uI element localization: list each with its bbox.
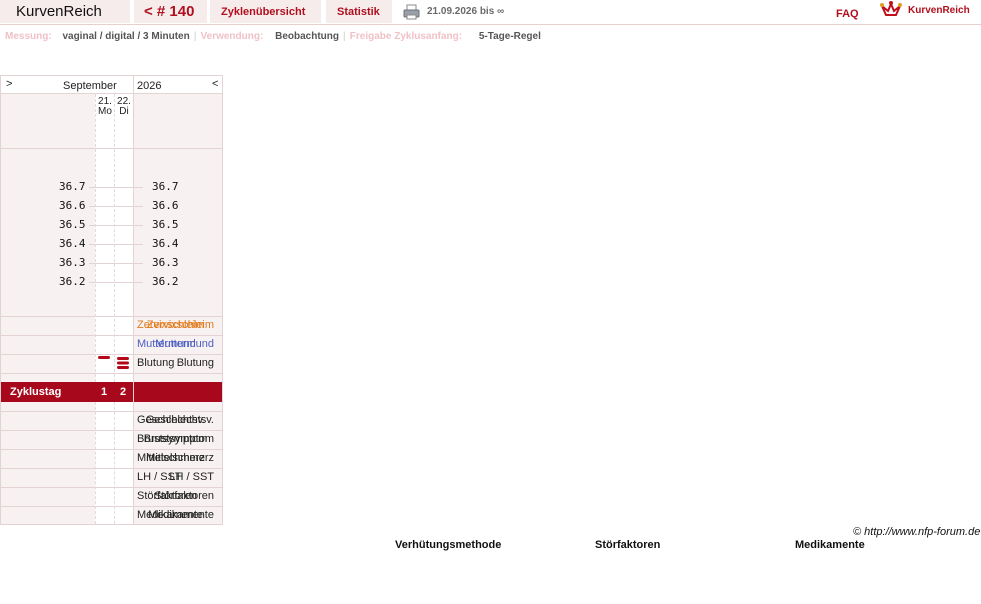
chart-year: 2026 bbox=[137, 80, 162, 92]
temperature-label: 36.4 bbox=[152, 237, 179, 250]
bleeding-mark-light[interactable] bbox=[97, 354, 111, 372]
cycle-chart: > September 2026 < 21. Mo 22. Di 36.7 36.… bbox=[0, 75, 223, 525]
copyright-link[interactable]: © http://www.nfp-forum.de bbox=[853, 526, 980, 538]
row-label-cervix: Zervixschleim bbox=[137, 319, 205, 331]
temperature-gridline bbox=[89, 225, 143, 226]
release-value: 5-Tage-Regel bbox=[478, 31, 541, 42]
chart-month: September bbox=[63, 80, 117, 92]
row-label-lh: LH / SST bbox=[137, 471, 182, 483]
temperature-gridline bbox=[89, 206, 143, 207]
measure-value: vaginal / digital / 3 Minuten bbox=[62, 31, 190, 42]
brand-title: KurvenReich bbox=[0, 0, 130, 23]
legend-medication: Medikamente bbox=[795, 539, 865, 551]
chart-prev-button[interactable]: > bbox=[6, 78, 12, 90]
usage-value: Beobachtung bbox=[275, 31, 339, 42]
settings-line: Messung: vaginal / digital / 3 Minuten | V… bbox=[5, 31, 541, 42]
cycle-day-value: 1 bbox=[101, 386, 108, 398]
temperature-label: 36.5 bbox=[59, 218, 86, 231]
bleeding-mark-heavy[interactable] bbox=[116, 354, 130, 372]
cycle-day-row: Zyklustag 1 2 bbox=[1, 382, 222, 402]
faq-link[interactable]: FAQ bbox=[836, 8, 859, 20]
temperature-label: 36.4 bbox=[59, 237, 86, 250]
temperature-label: 36.6 bbox=[59, 199, 86, 212]
row-label-intercourse: Geschlechtsv. bbox=[137, 414, 206, 426]
temperature-label: 36.6 bbox=[152, 199, 179, 212]
day-header: 21. Mo bbox=[96, 97, 114, 117]
measure-label: Messung: bbox=[5, 31, 52, 42]
top-bar: KurvenReich < # 140 Zyklenübersicht Stat… bbox=[0, 0, 981, 25]
row-label-bleeding: Blutung bbox=[137, 357, 175, 369]
temperature-label: 36.2 bbox=[152, 275, 179, 288]
temperature-label: 36.5 bbox=[152, 218, 179, 231]
tab-cycle-overview[interactable]: Zyklenübersicht bbox=[210, 0, 321, 23]
legend-disturbances: Störfaktoren bbox=[595, 539, 661, 551]
row-label-bleeding: Blutung bbox=[176, 357, 214, 369]
crown-logo-icon bbox=[880, 1, 902, 16]
release-label: Freigabe Zyklusanfang: bbox=[349, 31, 463, 42]
row-label-mittelschmerz: Mittelschmerz bbox=[137, 452, 205, 464]
logo-text: KurvenReich bbox=[908, 5, 970, 16]
usage-label: Verwendung: bbox=[200, 31, 264, 42]
temperature-label: 36.3 bbox=[152, 256, 179, 269]
temperature-gridline bbox=[89, 187, 143, 188]
temperature-gridline bbox=[89, 244, 143, 245]
date-range: 21.09.2026 bis ∞ bbox=[427, 6, 505, 17]
temperature-label: 36.7 bbox=[152, 180, 179, 193]
cycle-day-label: Zyklustag bbox=[10, 386, 62, 398]
tab-statistics[interactable]: Statistik bbox=[326, 0, 392, 23]
row-label-medication: Medikamente bbox=[137, 509, 204, 521]
temperature-gridline bbox=[89, 282, 143, 283]
day-header: 22. Di bbox=[115, 97, 133, 117]
temperature-gridline bbox=[89, 263, 143, 264]
previous-cycle-button[interactable]: < # 140 bbox=[134, 0, 207, 23]
day-weekday: Mo bbox=[98, 106, 112, 117]
legend-contraception: Verhütungsmethode bbox=[395, 539, 502, 551]
temperature-label: 36.2 bbox=[59, 275, 86, 288]
row-label-cervix-position: Muttermund bbox=[137, 338, 196, 350]
printer-icon[interactable] bbox=[403, 4, 420, 20]
cycle-day-value: 2 bbox=[120, 386, 127, 398]
row-label-disturbances: Störfaktoren bbox=[137, 490, 197, 502]
temperature-label: 36.3 bbox=[59, 256, 86, 269]
row-label-breast: Brustsymptom bbox=[137, 433, 208, 445]
chart-next-button[interactable]: < bbox=[212, 78, 218, 90]
temperature-label: 36.7 bbox=[59, 180, 86, 193]
day-weekday: Di bbox=[119, 106, 129, 117]
